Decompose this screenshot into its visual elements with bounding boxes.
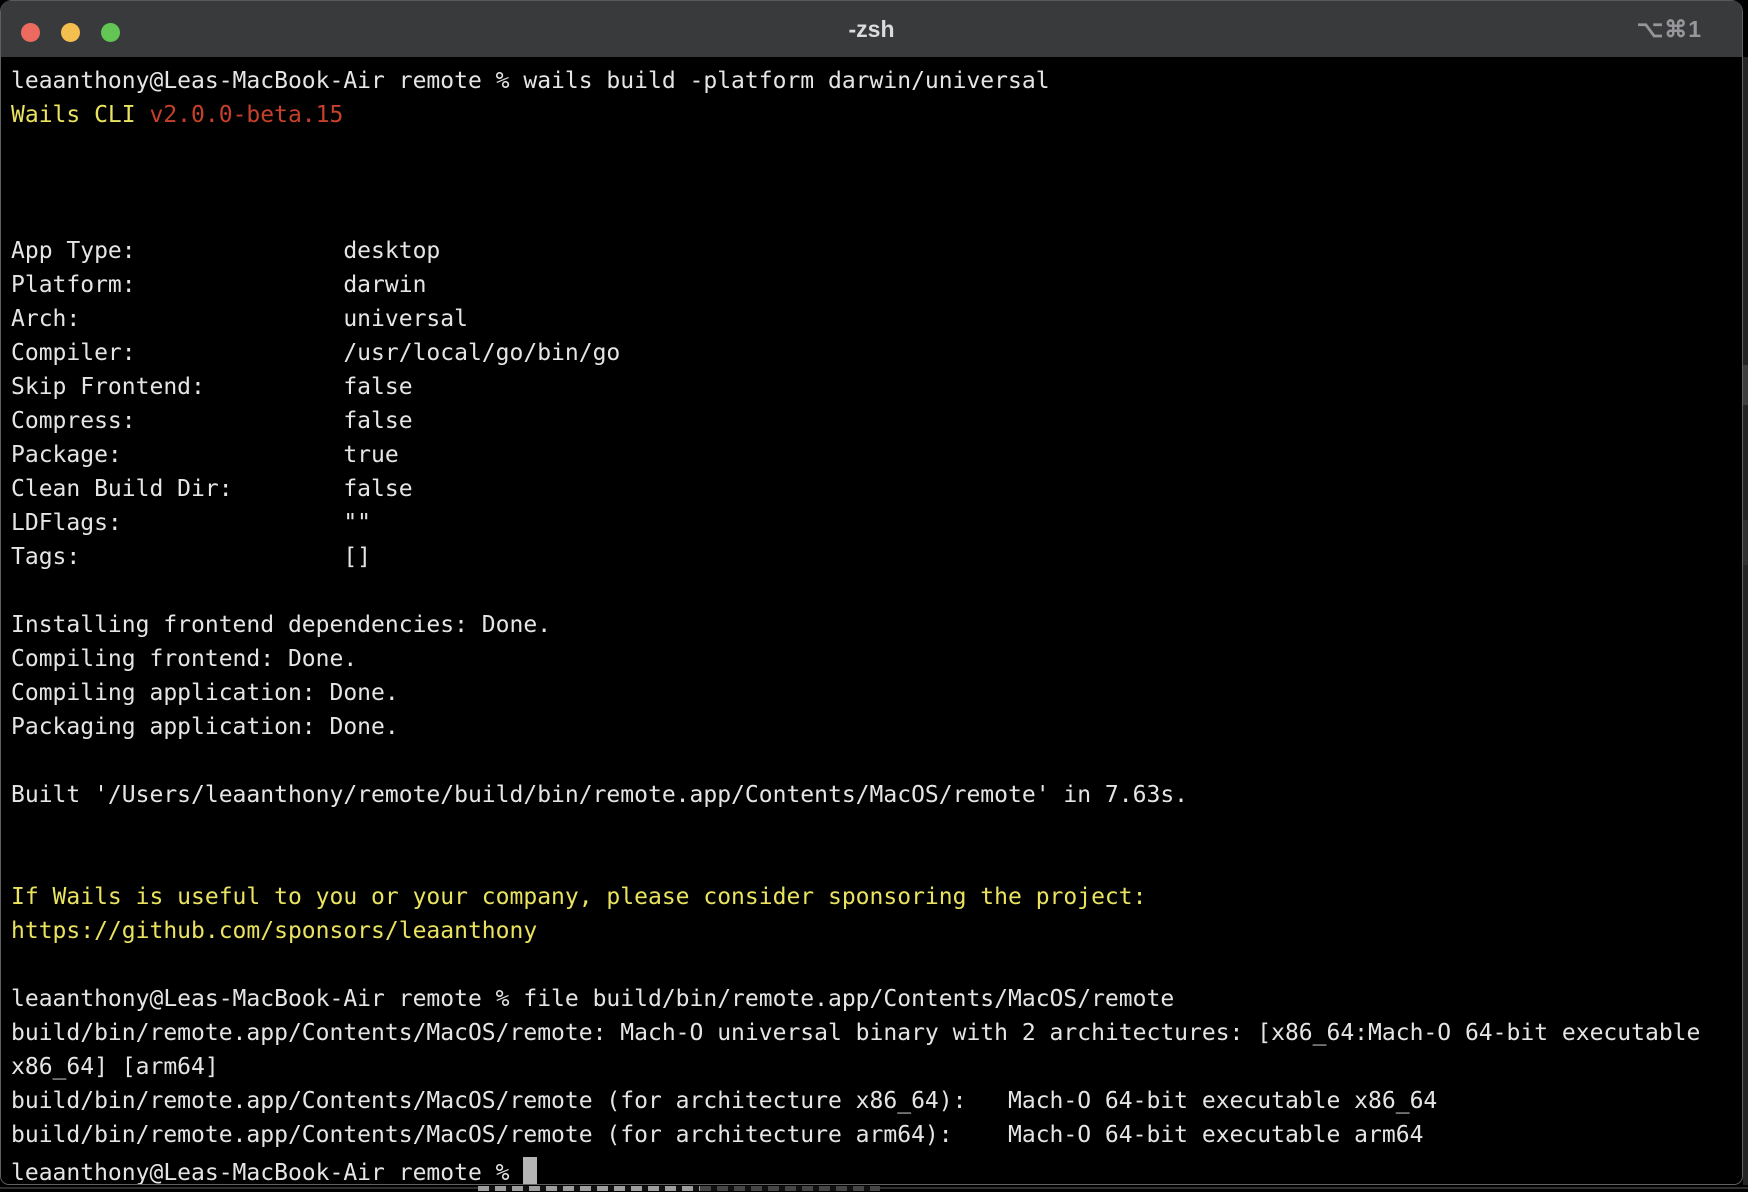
window-shortcut-badge: ⌥⌘1 [1637,1,1702,58]
terminal-line: Compiler: /usr/local/go/bin/go [11,336,1742,370]
background-window-bottom-sliver [0,1185,1748,1192]
terminal-text-segment: build/bin/remote.app/Contents/MacOS/remo… [11,1088,1437,1114]
terminal-line: Wails CLI v2.0.0-beta.15 [11,98,1742,132]
text-cursor [523,1157,537,1184]
terminal-text-segment: Arch: universal [11,306,468,332]
terminal-text-segment: Platform: darwin [11,272,426,298]
terminal-text-segment: Compiling application: Done. [11,680,399,706]
terminal-text-segment: Tags: [] [11,544,371,570]
terminal-line: Packaging application: Done. [11,710,1742,744]
terminal-line: leaanthony@Leas-MacBook-Air remote % fil… [11,982,1742,1016]
terminal-line: Built '/Users/leaanthony/remote/build/bi… [11,778,1742,812]
terminal-line [11,132,1742,166]
terminal-line: Compiling frontend: Done. [11,642,1742,676]
terminal-text-segment: https://github.com/sponsors/leaanthony [11,918,537,944]
background-window-text-fragment [478,1186,700,1191]
terminal-text-segment: Compiler: /usr/local/go/bin/go [11,340,620,366]
terminal-text-segment: x86_64] [arm64] [11,1054,219,1080]
terminal-line: leaanthony@Leas-MacBook-Air remote % [11,1152,1742,1184]
terminal-text-segment: App Type: desktop [11,238,440,264]
terminal-line: Platform: darwin [11,268,1742,302]
terminal-window: -zsh ⌥⌘1 leaanthony@Leas-MacBook-Air rem… [0,0,1743,1185]
terminal-line: build/bin/remote.app/Contents/MacOS/remo… [11,1016,1742,1050]
terminal-line [11,574,1742,608]
terminal-text-segment: Compiling frontend: Done. [11,646,357,672]
terminal-line: build/bin/remote.app/Contents/MacOS/remo… [11,1084,1742,1118]
terminal-line [11,200,1742,234]
terminal-line: If Wails is useful to you or your compan… [11,880,1742,914]
terminal-text-segment: leaanthony@Leas-MacBook-Air remote % wai… [11,68,1050,94]
terminal-text-segment: Clean Build Dir: false [11,476,413,502]
terminal-text-segment: If Wails is useful to you or your compan… [11,884,1146,910]
terminal-line: Skip Frontend: false [11,370,1742,404]
terminal-text-segment: LDFlags: "" [11,510,371,536]
terminal-text-segment: Installing frontend dependencies: Done. [11,612,551,638]
terminal-line [11,846,1742,880]
terminal-line [11,812,1742,846]
terminal-line: Tags: [] [11,540,1742,574]
terminal-text-segment: build/bin/remote.app/Contents/MacOS/remo… [11,1122,1423,1148]
terminal-text-segment: Skip Frontend: false [11,374,413,400]
terminal-text-segment: leaanthony@Leas-MacBook-Air remote % [11,1160,523,1184]
terminal-line: Compiling application: Done. [11,676,1742,710]
terminal-line: x86_64] [arm64] [11,1050,1742,1084]
window-titlebar[interactable]: -zsh ⌥⌘1 [1,0,1742,57]
terminal-text-segment: v2.0.0-beta.15 [149,102,343,128]
window-title: -zsh [1,1,1742,58]
background-window-text-fragment [700,1186,880,1191]
terminal-text-segment: leaanthony@Leas-MacBook-Air remote % fil… [11,986,1174,1012]
background-window-fragment [1743,520,1748,565]
terminal-line [11,166,1742,200]
terminal-line: Arch: universal [11,302,1742,336]
terminal-text-segment: Wails CLI [11,102,149,128]
terminal-line: Installing frontend dependencies: Done. [11,608,1742,642]
terminal-text-segment: Compress: false [11,408,413,434]
terminal-line: build/bin/remote.app/Contents/MacOS/remo… [11,1118,1742,1152]
terminal-line: Package: true [11,438,1742,472]
terminal-line [11,948,1742,982]
desktop-screen: -zsh ⌥⌘1 leaanthony@Leas-MacBook-Air rem… [0,0,1748,1192]
background-window-fragment [1743,365,1748,405]
terminal-screen[interactable]: leaanthony@Leas-MacBook-Air remote % wai… [1,57,1742,1184]
terminal-line: App Type: desktop [11,234,1742,268]
terminal-line [11,744,1742,778]
terminal-text-segment: build/bin/remote.app/Contents/MacOS/remo… [11,1020,1700,1046]
terminal-text-segment: Built '/Users/leaanthony/remote/build/bi… [11,782,1188,808]
terminal-text-segment: Package: true [11,442,399,468]
background-window-right-sliver [1743,57,1748,1192]
terminal-text-segment: Packaging application: Done. [11,714,399,740]
terminal-line: Clean Build Dir: false [11,472,1742,506]
terminal-line: Compress: false [11,404,1742,438]
terminal-line: leaanthony@Leas-MacBook-Air remote % wai… [11,64,1742,98]
terminal-line: LDFlags: "" [11,506,1742,540]
terminal-line: https://github.com/sponsors/leaanthony [11,914,1742,948]
